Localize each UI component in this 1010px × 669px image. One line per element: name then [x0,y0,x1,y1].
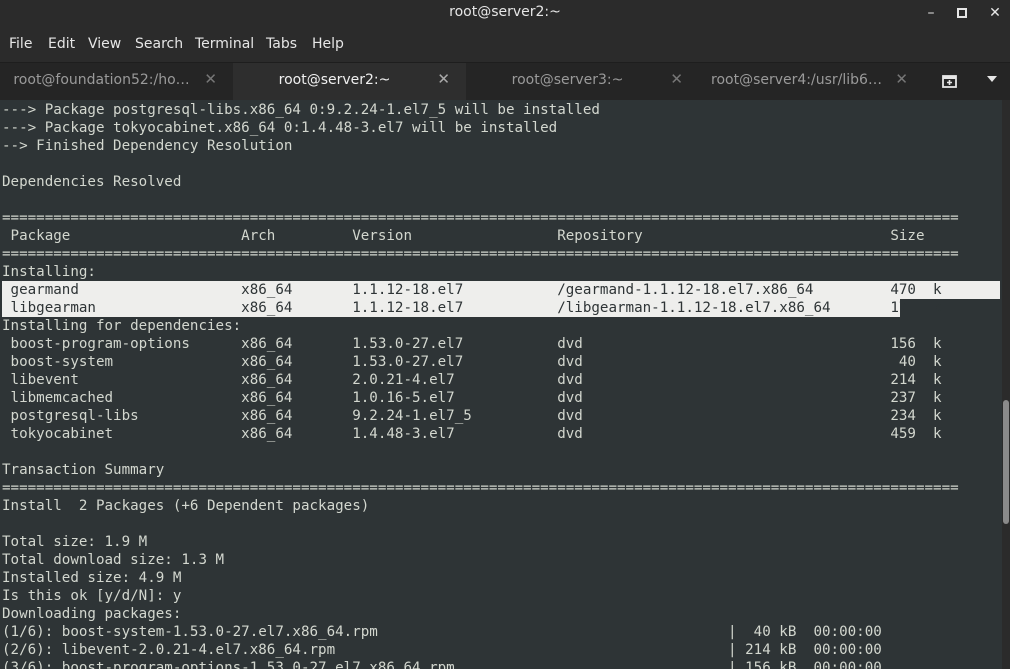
terminal-line: Is this ok [y/d/N]: y [2,588,182,604]
close-tab-icon[interactable]: ✕ [670,70,683,88]
terminal-line: gearmand x86_64 1.1.12-18.el7 /gearmand-… [2,282,942,298]
tab-label: root@server3:~ [511,72,624,88]
tab-foundation52[interactable]: root@foundation52:/ho… ✕ [0,63,233,100]
tab-server2[interactable]: root@server2:~ ✕ [233,63,466,100]
terminal-line: (3/6): boost-program-options-1.53.0-27.e… [2,660,882,669]
new-tab-icon[interactable] [940,71,964,93]
tab-server3[interactable]: root@server3:~ ✕ [466,63,699,100]
scrollbar[interactable] [1002,100,1010,669]
menu-edit[interactable]: Edit [48,36,75,52]
terminal-line: libevent x86_64 2.0.21-4.el7 dvd 214 k [2,372,942,388]
menu-search[interactable]: Search [135,36,183,52]
scrollbar-thumb[interactable] [1003,400,1009,524]
terminal-line: ========================================… [2,480,959,496]
terminal-line: ========================================… [2,246,959,262]
tab-label: root@server2:~ [278,72,391,88]
menu-tabs[interactable]: Tabs [266,36,297,52]
window-title: root@server2:~ [449,4,561,20]
terminal-line: --> Finished Dependency Resolution [2,138,293,154]
terminal-line: libmemcached x86_64 1.0.16-5.el7 dvd 237… [2,390,942,406]
terminal-line: boost-system x86_64 1.53.0-27.el7 dvd 40… [2,354,942,370]
menu-view[interactable]: View [88,36,121,52]
menu-help[interactable]: Help [312,36,344,52]
terminal-line: ---> Package tokyocabinet.x86_64 0:1.4.4… [2,120,558,136]
menu-terminal[interactable]: Terminal [195,36,254,52]
terminal-line: Transaction Summary [2,462,165,478]
minimize-icon[interactable]: – [920,3,942,23]
close-tab-icon[interactable]: ✕ [437,70,450,88]
terminal-line: (1/6): boost-system-1.53.0-27.el7.x86_64… [2,624,882,640]
terminal-line: Total size: 1.9 M [2,534,148,550]
close-tab-icon[interactable]: ✕ [895,70,908,88]
menu-file[interactable]: File [9,36,32,52]
terminal-line: (2/6): libevent-2.0.21-4.el7.x86_64.rpm … [2,642,882,658]
terminal-line: Total download size: 1.3 M [2,552,225,568]
close-tab-icon[interactable]: ✕ [204,70,217,88]
terminal-line: ========================================… [2,210,959,226]
terminal-output[interactable]: ---> Package postgresql-libs.x86_64 0:9.… [0,100,1002,669]
terminal-line: Installing for dependencies: [2,318,242,334]
terminal-line: postgresql-libs x86_64 9.2.24-1.el7_5 dv… [2,408,942,424]
terminal-line: Dependencies Resolved [2,174,182,190]
tab-server4[interactable]: root@server4:/usr/lib6… ✕ [699,63,924,100]
terminal-line: Installing: [2,264,96,280]
terminal-line: Downloading packages: [2,606,182,622]
close-icon[interactable]: ✕ [984,3,1006,23]
terminal-line: libgearman x86_64 1.1.12-18.el7 /libgear… [2,300,942,316]
terminal-line: Package Arch Version Repository Size [2,228,925,244]
tab-bar: root@foundation52:/ho… ✕ root@server2:~ … [0,62,1010,100]
title-bar: root@server2:~ – ✕ [0,0,1010,27]
maximize-icon[interactable] [951,3,973,23]
terminal-line: ---> Package postgresql-libs.x86_64 0:9.… [2,102,600,118]
menu-bar: File Edit View Search Terminal Tabs Help [0,27,1010,62]
terminal-line: Installed size: 4.9 M [2,570,182,586]
terminal-line: Install 2 Packages (+6 Dependent package… [2,498,370,514]
terminal-line: tokyocabinet x86_64 1.4.48-3.el7 dvd 459… [2,426,942,442]
tab-label: root@foundation52:/ho… [13,72,190,88]
tab-label: root@server4:/usr/lib6… [711,72,882,88]
terminal-line: boost-program-options x86_64 1.53.0-27.e… [2,336,942,352]
tab-menu-chevron-down-icon[interactable] [986,73,1000,87]
